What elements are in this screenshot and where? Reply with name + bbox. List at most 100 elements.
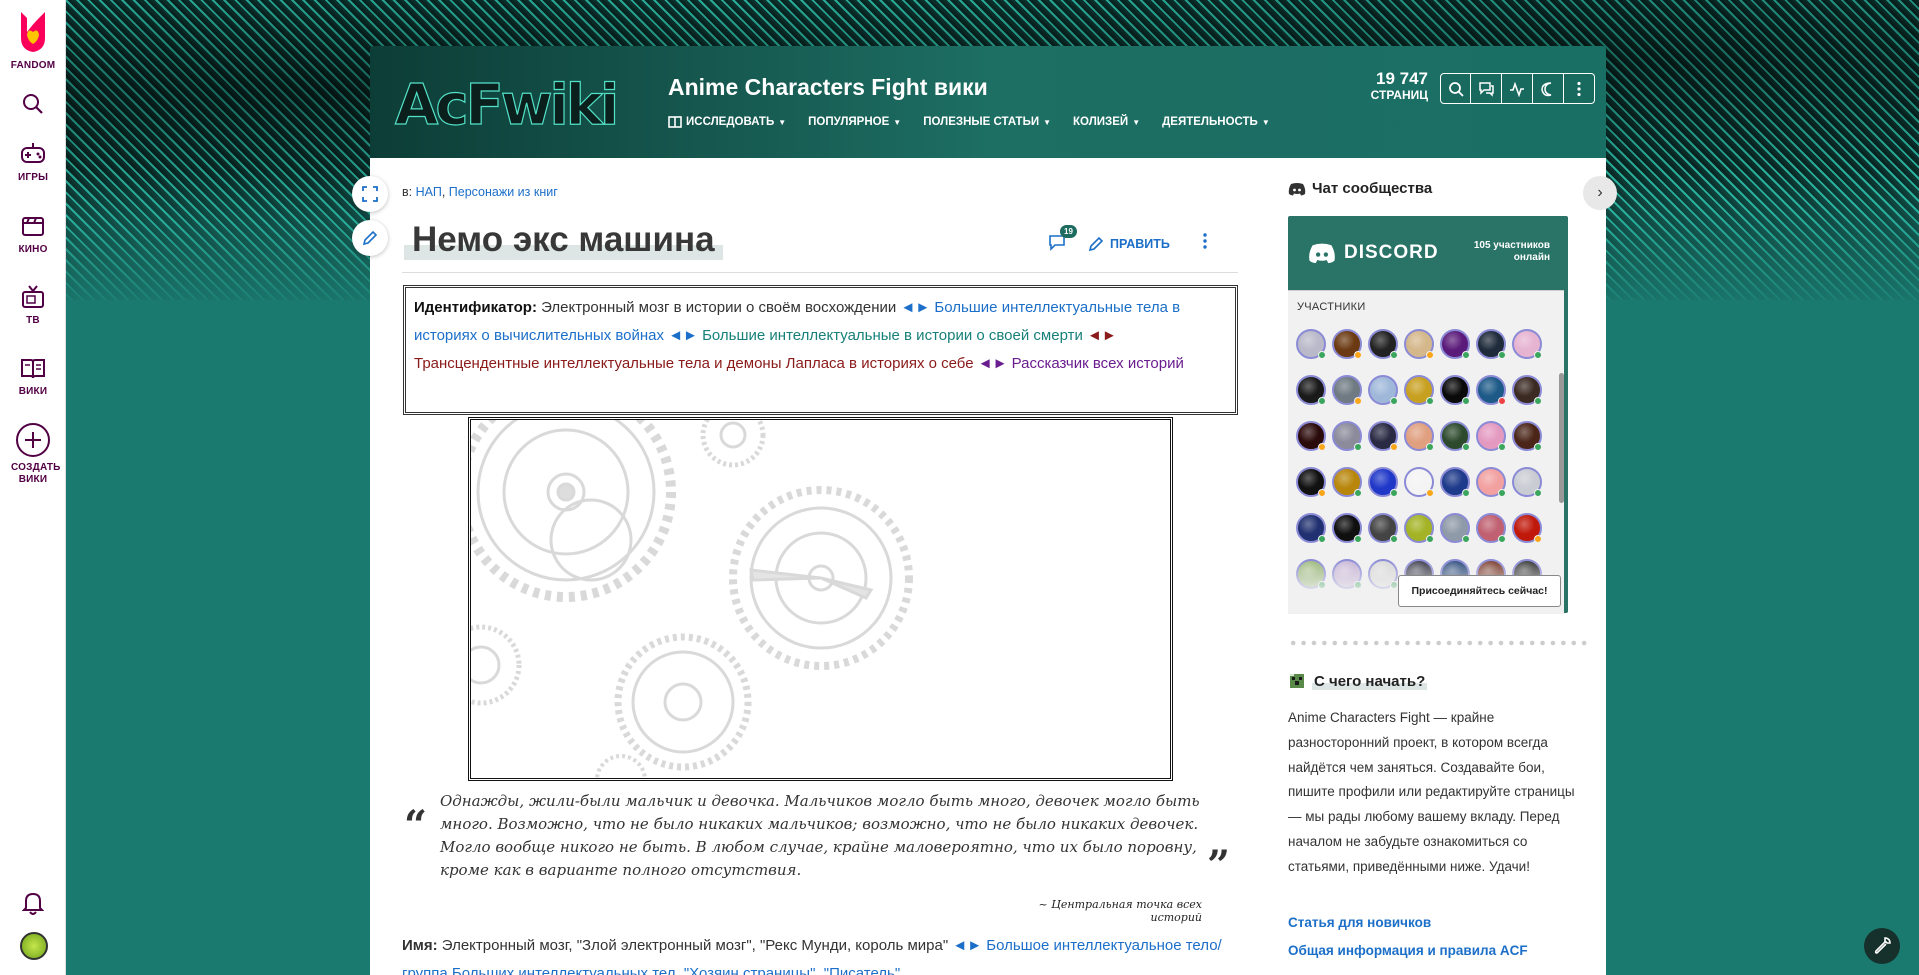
wiki-logo[interactable]: AcFwiki bbox=[393, 62, 643, 142]
fandom-heart-icon bbox=[21, 12, 45, 52]
identifier-link-4[interactable]: Рассказчик всех историй bbox=[1012, 355, 1184, 372]
identifier-text: Электронный мозг в истории о своём восхо… bbox=[541, 299, 897, 316]
discord-brand[interactable]: DISCORD bbox=[1308, 242, 1439, 264]
member-avatar[interactable] bbox=[1440, 375, 1470, 405]
pencil-icon bbox=[362, 230, 378, 246]
member-avatar[interactable] bbox=[1296, 421, 1326, 451]
member-avatar[interactable] bbox=[1332, 421, 1362, 451]
rail-tv[interactable]: ТВ bbox=[0, 283, 66, 326]
nav-explore[interactable]: ИССЛЕДОВАТЬ ▼ bbox=[668, 116, 786, 128]
acf-rules-link[interactable]: Общая информация и правила ACF bbox=[1288, 943, 1528, 958]
newbie-article-link[interactable]: Статья для новичков bbox=[1288, 915, 1431, 930]
member-avatar[interactable] bbox=[1512, 329, 1542, 359]
quick-edit-button[interactable] bbox=[352, 220, 388, 256]
nav-popular[interactable]: ПОПУЛЯРНОЕ ▼ bbox=[808, 116, 901, 128]
chevron-down-icon: ▼ bbox=[1132, 117, 1141, 127]
rail-movies[interactable]: КИНО bbox=[0, 212, 66, 255]
rail-games[interactable]: ИГРЫ bbox=[0, 140, 66, 183]
theme-toggle-button[interactable] bbox=[1533, 73, 1564, 104]
breadcrumb: в: НАП, Персонажи из книг bbox=[402, 185, 558, 199]
gears-image bbox=[471, 420, 913, 778]
member-avatar[interactable] bbox=[1332, 467, 1362, 497]
member-status-dot bbox=[1354, 489, 1362, 497]
search-button[interactable] bbox=[0, 92, 66, 120]
member-avatar[interactable] bbox=[1332, 513, 1362, 543]
discord-logo-icon bbox=[1309, 243, 1335, 264]
member-status-dot bbox=[1354, 535, 1362, 543]
arrows-icon: ◄► bbox=[668, 327, 698, 344]
member-avatar[interactable] bbox=[1404, 421, 1434, 451]
notifications-button[interactable] bbox=[21, 890, 45, 919]
member-avatar[interactable] bbox=[1296, 329, 1326, 359]
member-avatar[interactable] bbox=[1440, 513, 1470, 543]
collapse-rail-button[interactable]: › bbox=[1583, 176, 1617, 210]
member-avatar[interactable] bbox=[1404, 467, 1434, 497]
member-avatar[interactable] bbox=[1476, 467, 1506, 497]
member-avatar[interactable] bbox=[1404, 329, 1434, 359]
member-avatar[interactable] bbox=[1476, 421, 1506, 451]
member-status-dot bbox=[1426, 489, 1434, 497]
member-status-dot bbox=[1462, 489, 1470, 497]
tools-button[interactable] bbox=[1864, 928, 1900, 964]
member-avatar[interactable] bbox=[1404, 375, 1434, 405]
more-options-button[interactable] bbox=[1564, 73, 1595, 104]
member-avatar[interactable] bbox=[1368, 421, 1398, 451]
nav-useful-articles[interactable]: ПОЛЕЗНЫЕ СТАТЬИ ▼ bbox=[923, 116, 1051, 128]
member-avatar[interactable] bbox=[1476, 375, 1506, 405]
member-avatar[interactable] bbox=[1296, 375, 1326, 405]
member-avatar[interactable] bbox=[1368, 513, 1398, 543]
member-avatar[interactable] bbox=[1476, 329, 1506, 359]
member-status-dot bbox=[1318, 443, 1326, 451]
member-avatar[interactable] bbox=[1440, 467, 1470, 497]
join-discord-button[interactable]: Присоединяйтесь сейчас! bbox=[1398, 575, 1561, 607]
identifier-link-2[interactable]: Большие интеллектуальные в истории о сво… bbox=[702, 327, 1083, 344]
member-avatar[interactable] bbox=[1512, 421, 1542, 451]
wiki-title[interactable]: Anime Characters Fight вики bbox=[668, 74, 988, 101]
member-avatar[interactable] bbox=[1332, 375, 1362, 405]
rail-wikis[interactable]: ВИКИ bbox=[0, 354, 66, 397]
member-avatar[interactable] bbox=[1512, 375, 1542, 405]
fandom-label: FANDOM bbox=[10, 60, 56, 71]
breadcrumb-link-nap[interactable]: НАП bbox=[416, 185, 442, 199]
wiki-search-button[interactable] bbox=[1440, 73, 1471, 104]
member-avatar[interactable] bbox=[1332, 329, 1362, 359]
discussions-button[interactable] bbox=[1471, 73, 1502, 104]
members-scrollbar[interactable] bbox=[1559, 373, 1564, 503]
member-avatar[interactable] bbox=[1440, 421, 1470, 451]
member-avatar[interactable] bbox=[1512, 467, 1542, 497]
member-avatar[interactable] bbox=[1512, 513, 1542, 543]
fullscreen-button[interactable] bbox=[352, 176, 388, 212]
user-avatar[interactable] bbox=[20, 932, 48, 960]
member-avatar[interactable] bbox=[1404, 513, 1434, 543]
nav-activity[interactable]: ДЕЯТЕЛЬНОСТЬ ▼ bbox=[1162, 116, 1270, 128]
member-status-dot bbox=[1462, 351, 1470, 359]
breadcrumb-link-book-characters[interactable]: Персонажи из книг bbox=[449, 185, 558, 199]
member-avatar[interactable] bbox=[1368, 329, 1398, 359]
rail-movies-label: КИНО bbox=[18, 244, 48, 255]
member-status-dot bbox=[1462, 443, 1470, 451]
rail-create-wiki[interactable]: СОЗДАТЬ ВИКИ bbox=[0, 422, 66, 486]
member-avatar[interactable] bbox=[1368, 375, 1398, 405]
fandom-logo[interactable]: FANDOM bbox=[0, 8, 66, 71]
identifier-label: Идентификатор: bbox=[414, 299, 537, 316]
member-avatar[interactable] bbox=[1296, 467, 1326, 497]
member-status-dot bbox=[1390, 397, 1398, 405]
member-avatar[interactable] bbox=[1440, 329, 1470, 359]
page-more-button[interactable] bbox=[1202, 232, 1208, 255]
breadcrumb-prefix: в: bbox=[402, 185, 413, 199]
member-status-dot bbox=[1462, 535, 1470, 543]
recent-changes-button[interactable] bbox=[1502, 73, 1533, 104]
identifier-link-3[interactable]: Трансцендентные интеллектуальные тела и … bbox=[414, 355, 974, 372]
member-avatar[interactable] bbox=[1296, 513, 1326, 543]
member-avatar[interactable] bbox=[1476, 513, 1506, 543]
character-image[interactable] bbox=[468, 417, 1173, 781]
community-chat-heading: Чат сообщества bbox=[1288, 180, 1432, 197]
edit-button[interactable]: ПРАВИТЬ bbox=[1088, 236, 1170, 252]
member-avatar[interactable] bbox=[1368, 467, 1398, 497]
nav-colosseum[interactable]: КОЛИЗЕЙ ▼ bbox=[1073, 116, 1140, 128]
comments-button[interactable]: 19 bbox=[1048, 225, 1077, 254]
member-status-dot bbox=[1318, 397, 1326, 405]
open-quote-icon: “ bbox=[404, 802, 428, 849]
chevron-down-icon: ▼ bbox=[893, 117, 902, 127]
pages-count-label: СТРАНИЦ bbox=[1370, 88, 1428, 102]
